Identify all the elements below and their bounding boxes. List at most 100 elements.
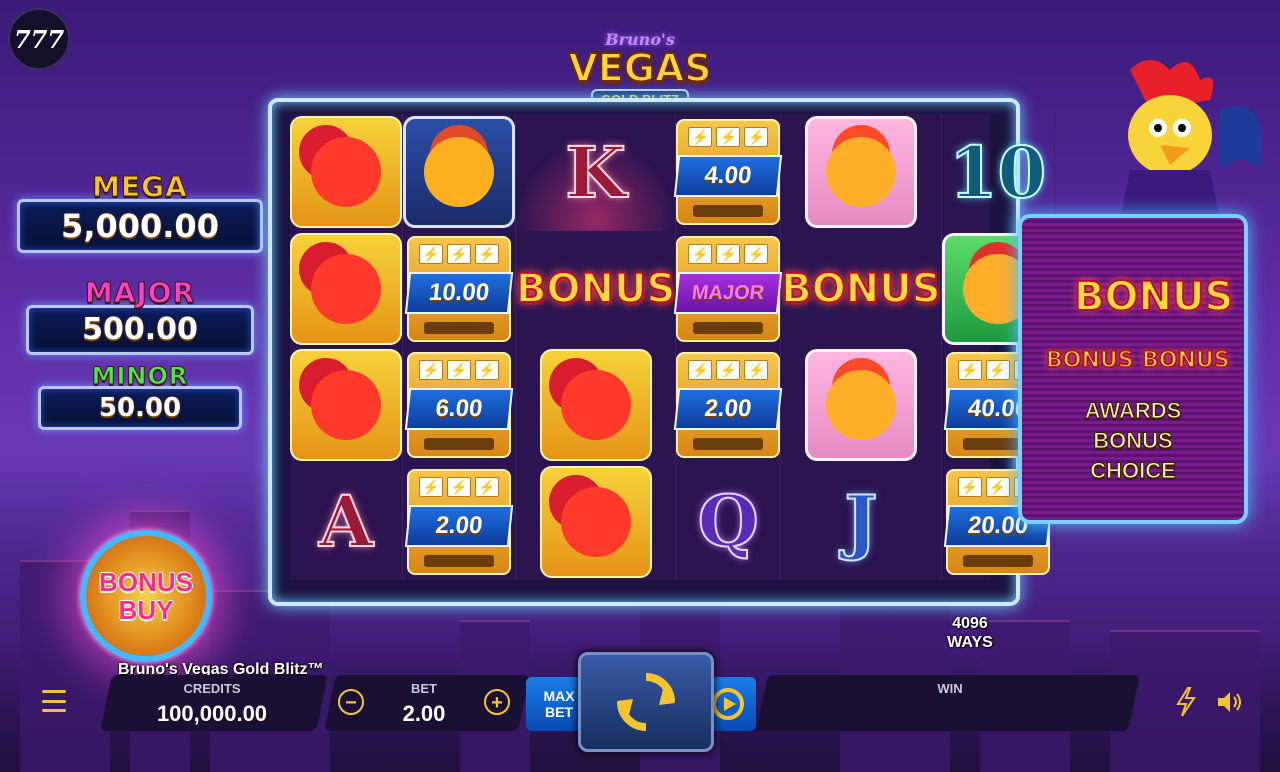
reel-cell: J — [781, 463, 942, 580]
rooster-symbol — [290, 116, 402, 229]
rooster-symbol — [539, 349, 652, 462]
feature-awards-text: AWARDS — [1084, 398, 1182, 424]
minus-icon: − — [345, 692, 357, 714]
rooster-icon — [560, 486, 631, 557]
bonus-buy-line1: BONUS — [99, 567, 193, 597]
hen-pink-symbol — [804, 116, 917, 229]
sound-button[interactable] — [1216, 690, 1244, 714]
card-q-symbol: Q — [697, 479, 760, 564]
reel-cell — [781, 114, 942, 231]
cash-slot-symbol: ⚡ ⚡ ⚡ 10.00 — [404, 235, 514, 342]
hen-icon — [825, 137, 896, 208]
reel-cell — [290, 114, 403, 231]
rooster-icon — [311, 253, 381, 324]
cash-value: 2.00 — [404, 504, 514, 547]
reel-cell: K — [516, 114, 677, 231]
autoplay-icon — [712, 688, 744, 720]
reel-cell: A — [290, 463, 403, 580]
lightning-icon: ⚡⚡⚡ — [419, 360, 499, 381]
cash-value: 6.00 — [404, 388, 514, 431]
jackpot-minor: MINOR 50.00 — [0, 362, 280, 430]
bonus-buy-button[interactable]: BONUS BUY — [80, 530, 212, 662]
hen-icon — [825, 370, 896, 441]
game-logo-line2: VEGAS — [567, 46, 712, 90]
card-10-symbol: 10 — [948, 130, 1047, 215]
plus-icon: + — [491, 692, 503, 714]
reels-grid: K ⚡ ⚡ ⚡ 4.00 10 ⚡ ⚡ ⚡ 10.00 BONUS ⚡ ⚡ ⚡ MAJ — [290, 114, 1055, 580]
bonus-symbol: BONUS — [780, 265, 941, 313]
max-bet-line2: BET — [545, 704, 573, 720]
lightning-icon: ⚡⚡⚡ — [688, 360, 769, 381]
reel-cell — [290, 347, 403, 464]
reel-cell: ⚡ ⚡ ⚡ 6.00 — [403, 347, 516, 464]
reel-cell: ⚡ ⚡ ⚡ 4.00 — [674, 114, 783, 231]
cash-value: 2.00 — [674, 388, 783, 431]
bonus-buy-line2: BUY — [118, 595, 174, 625]
bonus-feature-panel: BONUS BONUS BONUS AWARDS BONUS CHOICE — [1018, 214, 1248, 524]
speaker-icon — [1218, 692, 1241, 712]
card-k-symbol: K — [564, 130, 627, 215]
turbo-button[interactable] — [1174, 686, 1198, 718]
bet-value: 2.00 — [402, 701, 446, 726]
lightning-icon: ⚡⚡⚡ — [688, 243, 769, 264]
feature-bonus-left: BONUS — [1045, 347, 1135, 374]
rooster-symbol — [290, 349, 402, 462]
lightning-icon: ⚡⚡⚡ — [419, 476, 499, 497]
rooster-symbol — [290, 232, 402, 345]
hen-blue-symbol — [403, 116, 515, 229]
menu-icon — [42, 690, 66, 693]
major-jackpot-value: MAJOR — [674, 271, 783, 314]
cash-slot-symbol: ⚡ ⚡ ⚡ 6.00 — [404, 352, 514, 459]
credits-label: CREDITS — [183, 681, 241, 696]
card-j-symbol: J — [843, 479, 878, 564]
hen-icon — [424, 137, 494, 208]
max-bet-line1: MAX — [543, 688, 575, 704]
reel-cell — [290, 230, 403, 347]
spin-icon — [617, 673, 675, 731]
cash-value: 4.00 — [674, 155, 783, 198]
reel-cell: ⚡ ⚡ ⚡ 2.00 — [674, 347, 783, 464]
reel-cell: BONUS — [780, 230, 942, 347]
rooster-icon — [311, 137, 381, 208]
ways-count: 4096 — [952, 615, 988, 632]
increase-bet-button[interactable]: + — [484, 689, 510, 715]
credits-value: 100,000.00 — [156, 701, 268, 726]
cash-slot-symbol: ⚡ ⚡ ⚡ 2.00 — [404, 468, 514, 575]
jackpot-major-amount: 500.00 — [26, 305, 254, 355]
reel-cell: BONUS — [515, 230, 676, 347]
feature-bonus-right: BONUS — [1141, 347, 1231, 374]
reel-cell — [781, 347, 942, 464]
feature-bonus-title: BONUS — [1073, 273, 1234, 321]
lightning-icon: ⚡⚡⚡ — [419, 243, 499, 264]
reel-cell — [516, 463, 677, 580]
bruno-rooster-mascot — [1070, 50, 1270, 220]
feature-bonus-text: BONUS — [1093, 428, 1173, 454]
decrease-bet-button[interactable]: − — [338, 689, 364, 715]
reel-cell: Q — [676, 463, 782, 580]
reel-cell: ⚡ ⚡ ⚡ 2.00 — [403, 463, 516, 580]
cash-slot-symbol: ⚡ ⚡ ⚡ 2.00 — [674, 352, 783, 459]
bet-label: BET — [411, 681, 437, 696]
cash-slot-symbol: ⚡ ⚡ ⚡ 4.00 — [674, 119, 783, 226]
spin-button[interactable] — [578, 652, 714, 752]
rooster-icon — [311, 370, 381, 441]
lightning-icon — [1176, 687, 1196, 717]
jackpot-mega: MEGA 5,000.00 — [0, 170, 280, 253]
reel-cell — [516, 347, 677, 464]
reel-cell: ⚡ ⚡ ⚡ 10.00 — [403, 230, 516, 347]
card-a-symbol: A — [318, 479, 374, 564]
menu-button[interactable] — [42, 690, 66, 712]
jackpot-mega-amount: 5,000.00 — [17, 199, 263, 253]
rooster-icon — [560, 370, 631, 441]
cash-value: 10.00 — [404, 271, 514, 314]
jackpot-slot-symbol: ⚡ ⚡ ⚡ MAJOR — [674, 235, 783, 342]
ways-label: WAYS — [947, 634, 993, 651]
hen-pink-symbol — [804, 349, 917, 462]
jackpot-minor-amount: 50.00 — [38, 386, 242, 430]
win-label: WIN — [937, 681, 963, 696]
lightning-icon: ⚡⚡⚡ — [688, 127, 769, 148]
reel-cell — [403, 114, 516, 231]
jackpot-major: MAJOR 500.00 — [0, 276, 280, 355]
ways-indicator: 4096 WAYS — [935, 614, 1005, 652]
reel-cell: ⚡ ⚡ ⚡ MAJOR — [674, 230, 783, 347]
